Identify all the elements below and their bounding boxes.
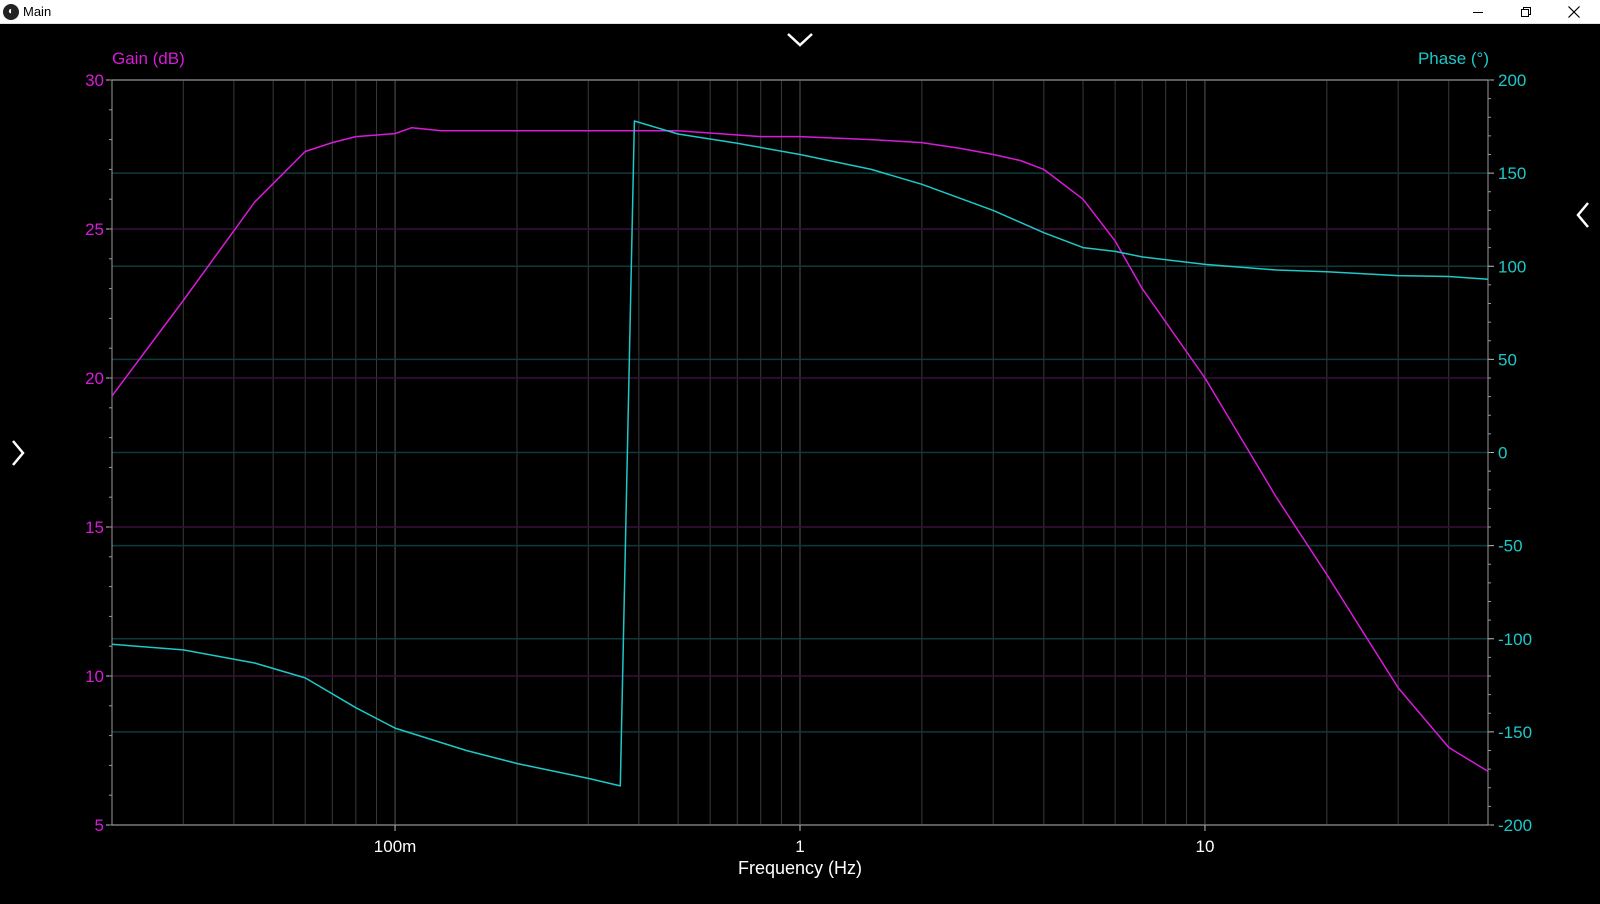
window-title: Main bbox=[23, 4, 52, 19]
restore-button[interactable] bbox=[1502, 0, 1550, 24]
right-panel-toggle[interactable] bbox=[1568, 195, 1598, 235]
gain-tick-label: 5 bbox=[95, 816, 104, 835]
gain-tick-label: 20 bbox=[85, 369, 104, 388]
frequency-axis: 100m 1 10 bbox=[374, 825, 1214, 856]
gain-tick-label: 30 bbox=[85, 71, 104, 90]
minimize-icon bbox=[1473, 12, 1483, 13]
gain-axis-label: Gain (dB) bbox=[112, 49, 185, 68]
phase-tick-label: -100 bbox=[1498, 630, 1532, 649]
frequency-tick-label: 1 bbox=[795, 837, 804, 856]
gain-tick-label: 10 bbox=[85, 667, 104, 686]
phase-tick-label: 100 bbox=[1498, 257, 1526, 276]
frequency-tick-label: 100m bbox=[374, 837, 417, 856]
phase-tick-label: 200 bbox=[1498, 71, 1526, 90]
app-logo-icon: ◐ bbox=[3, 4, 19, 20]
close-icon bbox=[1568, 6, 1580, 18]
phase-tick-label: -150 bbox=[1498, 723, 1532, 742]
restore-icon bbox=[1521, 7, 1531, 17]
grid-lines bbox=[111, 79, 1489, 826]
close-button[interactable] bbox=[1550, 0, 1598, 24]
chevron-right-icon bbox=[12, 440, 25, 466]
phase-tick-label: 150 bbox=[1498, 164, 1526, 183]
title-bar: ◐ Main bbox=[0, 0, 1600, 24]
phase-tick-label: 0 bbox=[1498, 444, 1507, 463]
chevron-down-icon bbox=[787, 33, 813, 47]
gain-tick-label: 25 bbox=[85, 220, 104, 239]
bode-plot[interactable]: 5 10 15 20 25 30 -200 -150 -100 -50 0 50 100 150 200 … bbox=[0, 24, 1600, 899]
top-panel-toggle[interactable] bbox=[780, 26, 820, 52]
phase-tick-label: 50 bbox=[1498, 350, 1517, 369]
phase-axis: -200 -150 -100 -50 0 50 100 150 200 bbox=[1488, 71, 1532, 835]
left-panel-toggle[interactable] bbox=[2, 433, 32, 473]
frequency-tick-label: 10 bbox=[1195, 837, 1214, 856]
gain-axis: 5 10 15 20 25 30 bbox=[85, 71, 112, 835]
chevron-left-icon bbox=[1576, 202, 1589, 228]
frequency-axis-label: Frequency (Hz) bbox=[738, 858, 862, 878]
chart-svg: 51015202530 -200-150-100-50050100150200 … bbox=[85, 49, 1532, 878]
gain-tick-label: 15 bbox=[85, 518, 104, 537]
phase-tick-label: -200 bbox=[1498, 816, 1532, 835]
minimize-button[interactable] bbox=[1454, 0, 1502, 24]
phase-tick-label: -50 bbox=[1498, 537, 1523, 556]
phase-axis-label: Phase (°) bbox=[1418, 49, 1489, 68]
